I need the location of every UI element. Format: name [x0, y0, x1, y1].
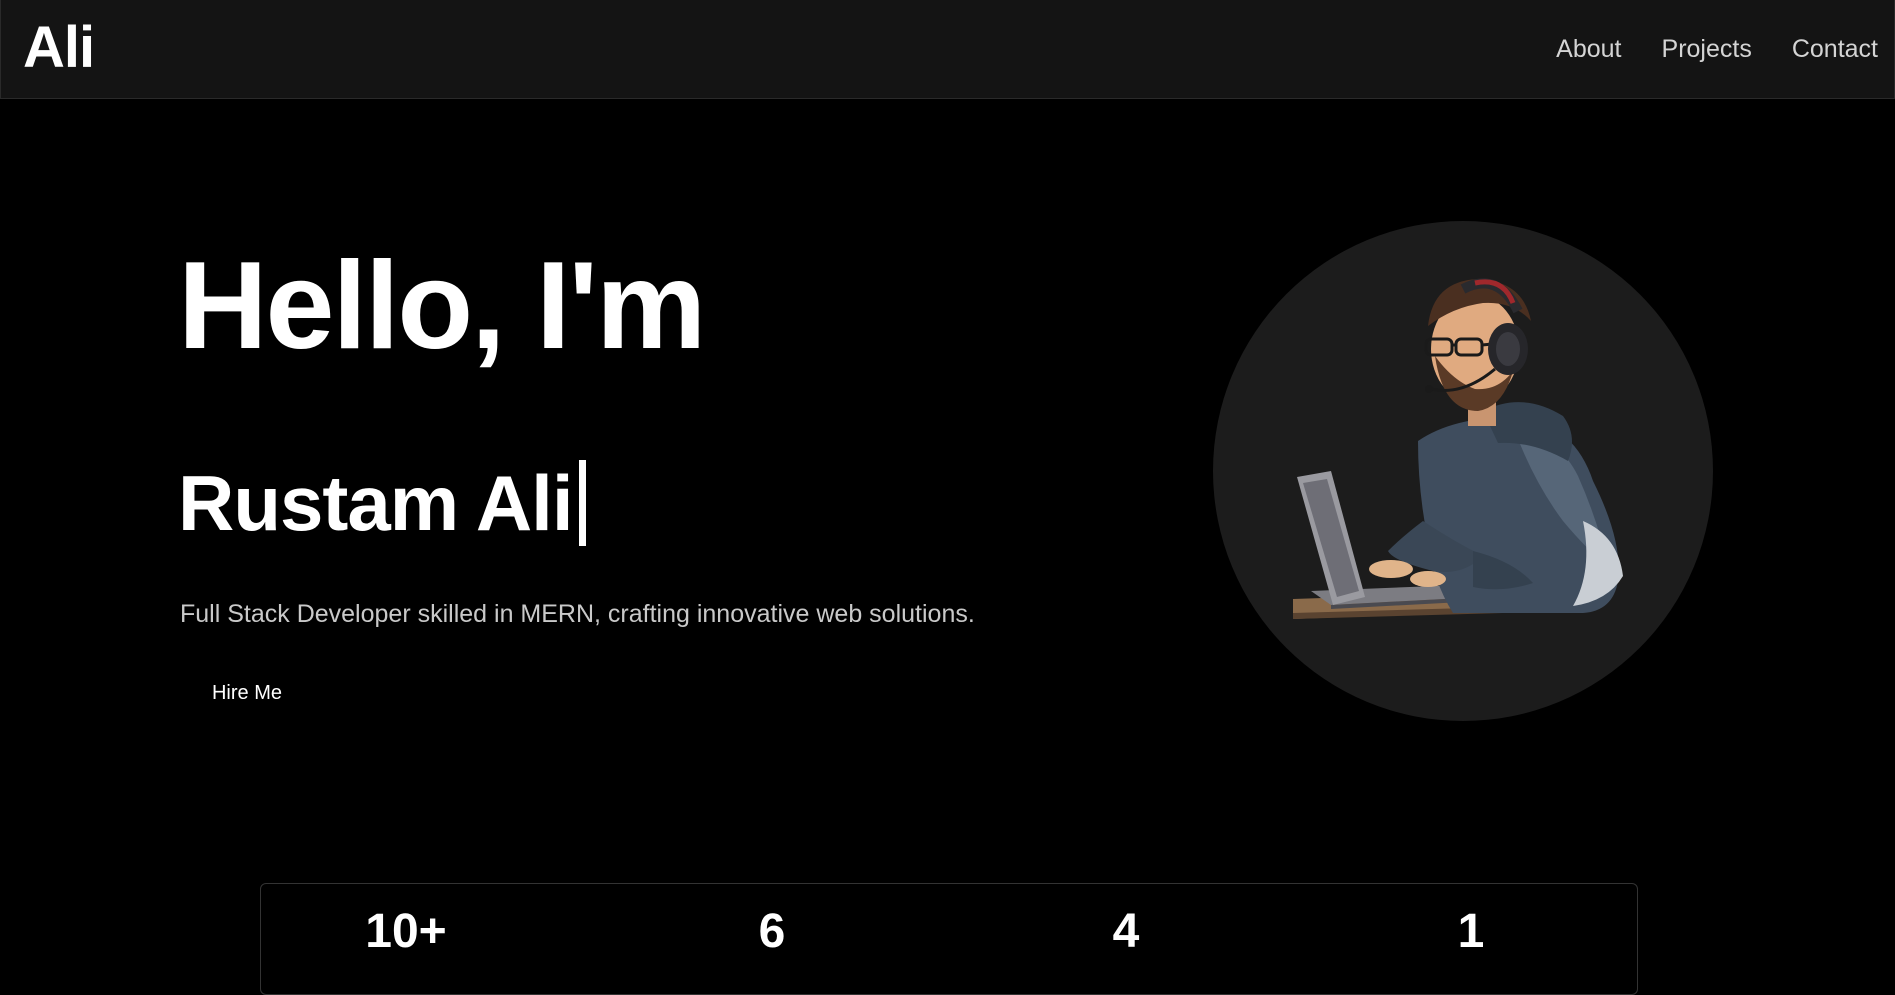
avatar-illustration: [1213, 221, 1713, 721]
stat-value: 10+: [365, 905, 447, 958]
nav-links: About Projects Contact: [1556, 30, 1878, 68]
stat-value: 1: [1457, 905, 1485, 958]
typing-cursor: [578, 460, 586, 546]
hero-description: Full Stack Developer skilled in MERN, cr…: [180, 600, 975, 628]
stat-value: 6: [758, 905, 786, 958]
hero-name: Rustam Ali: [178, 459, 574, 547]
stats-card: 10+ 6 4 1: [260, 883, 1638, 995]
nav-link-about[interactable]: About: [1556, 30, 1621, 68]
navbar: Ali About Projects Contact: [0, 0, 1895, 99]
developer-illustration-icon: [1293, 278, 1623, 619]
site-logo[interactable]: Ali: [23, 16, 95, 80]
hire-me-button[interactable]: Hire Me: [180, 670, 314, 716]
nav-link-contact[interactable]: Contact: [1792, 30, 1878, 68]
hero-name-wrapper: Rustam Ali: [178, 456, 586, 550]
hero-greeting: Hello, I'm: [178, 237, 706, 375]
stat-value: 4: [1112, 905, 1140, 958]
nav-link-projects[interactable]: Projects: [1662, 30, 1752, 68]
